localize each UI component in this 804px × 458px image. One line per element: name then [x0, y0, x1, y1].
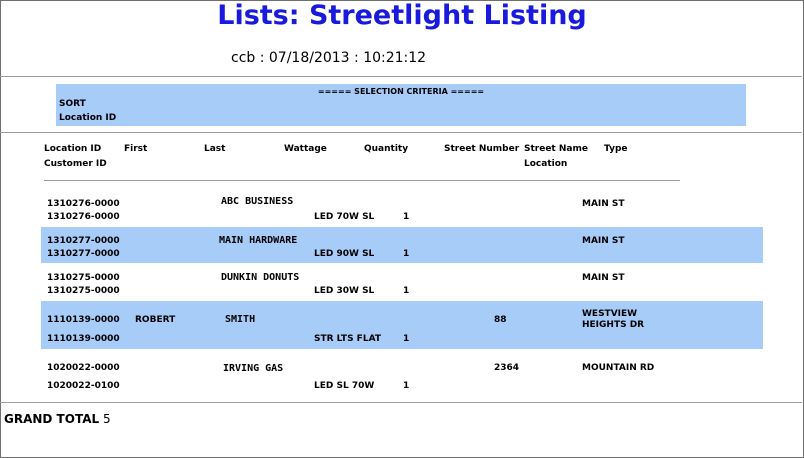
- location-id-cell: 1310275-0000: [47, 273, 120, 283]
- last-name-cell: ABC BUSINESS: [221, 196, 294, 207]
- header-rule: [44, 180, 680, 181]
- col-location: Location: [524, 159, 568, 169]
- customer-id-cell: 1020022-0100: [47, 381, 120, 391]
- first-name-cell: ROBERT: [135, 315, 176, 325]
- col-street-number: Street Number: [444, 144, 520, 154]
- last-name-cell: IRVING GAS: [223, 363, 284, 374]
- street-name-cell: MAIN ST: [582, 236, 625, 246]
- divider: [0, 76, 802, 77]
- wattage-cell: LED 70W SL: [314, 212, 375, 222]
- street-name-cell: MOUNTAIN RD: [582, 363, 655, 373]
- customer-id-cell: 1310277-0000: [47, 249, 120, 259]
- wattage-cell: LED 90W SL: [314, 249, 375, 259]
- customer-id-cell: 1110139-0000: [47, 334, 120, 344]
- col-first: First: [124, 144, 148, 154]
- divider: [0, 132, 802, 133]
- wattage-cell: STR LTS FLAT: [314, 334, 381, 344]
- col-wattage: Wattage: [284, 144, 327, 154]
- last-name-cell: DUNKIN DONUTS: [221, 272, 300, 283]
- col-last: Last: [204, 144, 226, 154]
- report-title: Lists: Streetlight Listing: [217, 0, 587, 31]
- selection-criteria-panel: ===== SELECTION CRITERIA ===== SORT Loca…: [56, 84, 746, 126]
- grand-total-value: 5: [102, 412, 111, 426]
- street-number-cell: 88: [494, 315, 507, 325]
- street-name-cell: WESTVIEW HEIGHTS DR: [582, 309, 645, 330]
- street-name-cell: MAIN ST: [582, 199, 625, 209]
- location-id-cell: 1310276-0000: [47, 199, 120, 209]
- wattage-cell: LED 30W SL: [314, 286, 375, 296]
- last-name-cell: SMITH: [225, 314, 256, 325]
- quantity-cell: 1: [403, 249, 410, 259]
- grand-total: GRAND TOTAL 5: [4, 412, 111, 426]
- wattage-cell: LED SL 70W: [314, 381, 375, 391]
- row-highlight: [41, 227, 763, 263]
- location-id-cell: 1110139-0000: [47, 315, 120, 325]
- col-customer-id: Customer ID: [44, 159, 107, 169]
- street-name-cell: MAIN ST: [582, 273, 625, 283]
- customer-id-cell: 1310275-0000: [47, 286, 120, 296]
- customer-id-cell: 1310276-0000: [47, 212, 120, 222]
- quantity-cell: 1: [403, 381, 410, 391]
- run-info: ccb : 07/18/2013 : 10:21:12: [231, 50, 427, 66]
- sort-label: SORT: [59, 99, 86, 109]
- street-number-cell: 2364: [494, 363, 520, 373]
- col-location-id: Location ID: [44, 144, 102, 154]
- criteria-heading: ===== SELECTION CRITERIA =====: [317, 87, 485, 96]
- last-name-cell: MAIN HARDWARE: [219, 235, 298, 246]
- col-street-name: Street Name: [524, 144, 588, 154]
- col-type: Type: [604, 144, 628, 154]
- quantity-cell: 1: [403, 212, 410, 222]
- location-id-label: Location ID: [59, 113, 117, 123]
- location-id-cell: 1020022-0000: [47, 363, 120, 373]
- grand-total-label: GRAND TOTAL: [4, 412, 100, 426]
- quantity-cell: 1: [403, 286, 410, 296]
- location-id-cell: 1310277-0000: [47, 236, 120, 246]
- col-quantity: Quantity: [364, 144, 409, 154]
- divider: [0, 402, 802, 403]
- quantity-cell: 1: [403, 334, 410, 344]
